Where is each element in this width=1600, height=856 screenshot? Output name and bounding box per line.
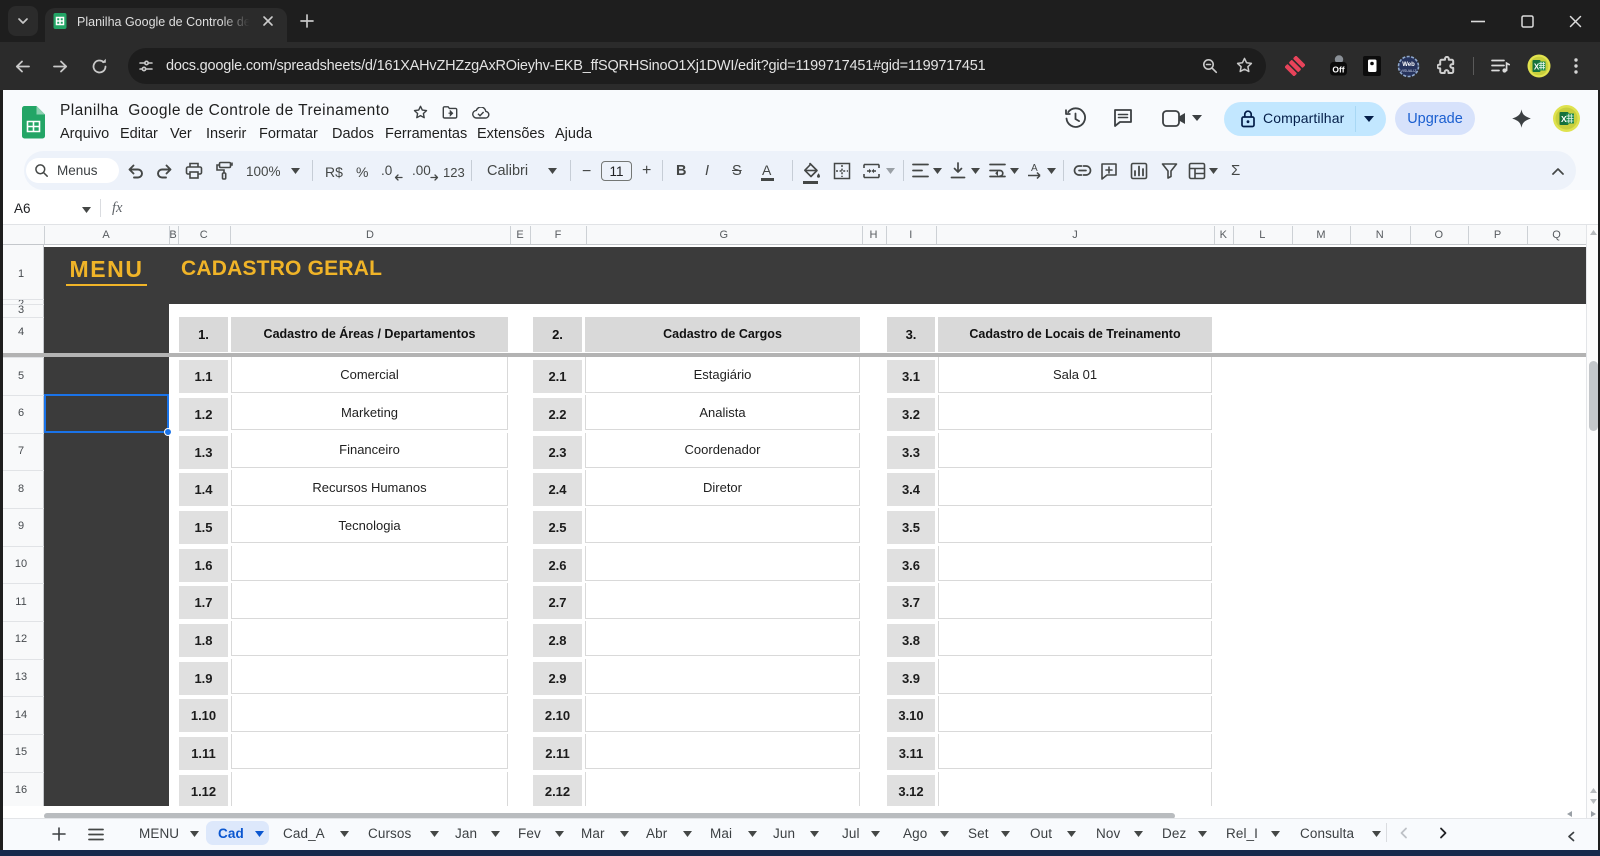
svg-text:A: A: [1031, 163, 1038, 174]
svg-text:X: X: [1561, 114, 1567, 124]
svg-text:X: X: [1534, 63, 1540, 72]
svg-text:VISUALIZ: VISUALIZ: [1401, 69, 1418, 73]
svg-text:Web: Web: [1402, 62, 1415, 68]
svg-text:Off: Off: [1332, 65, 1344, 75]
